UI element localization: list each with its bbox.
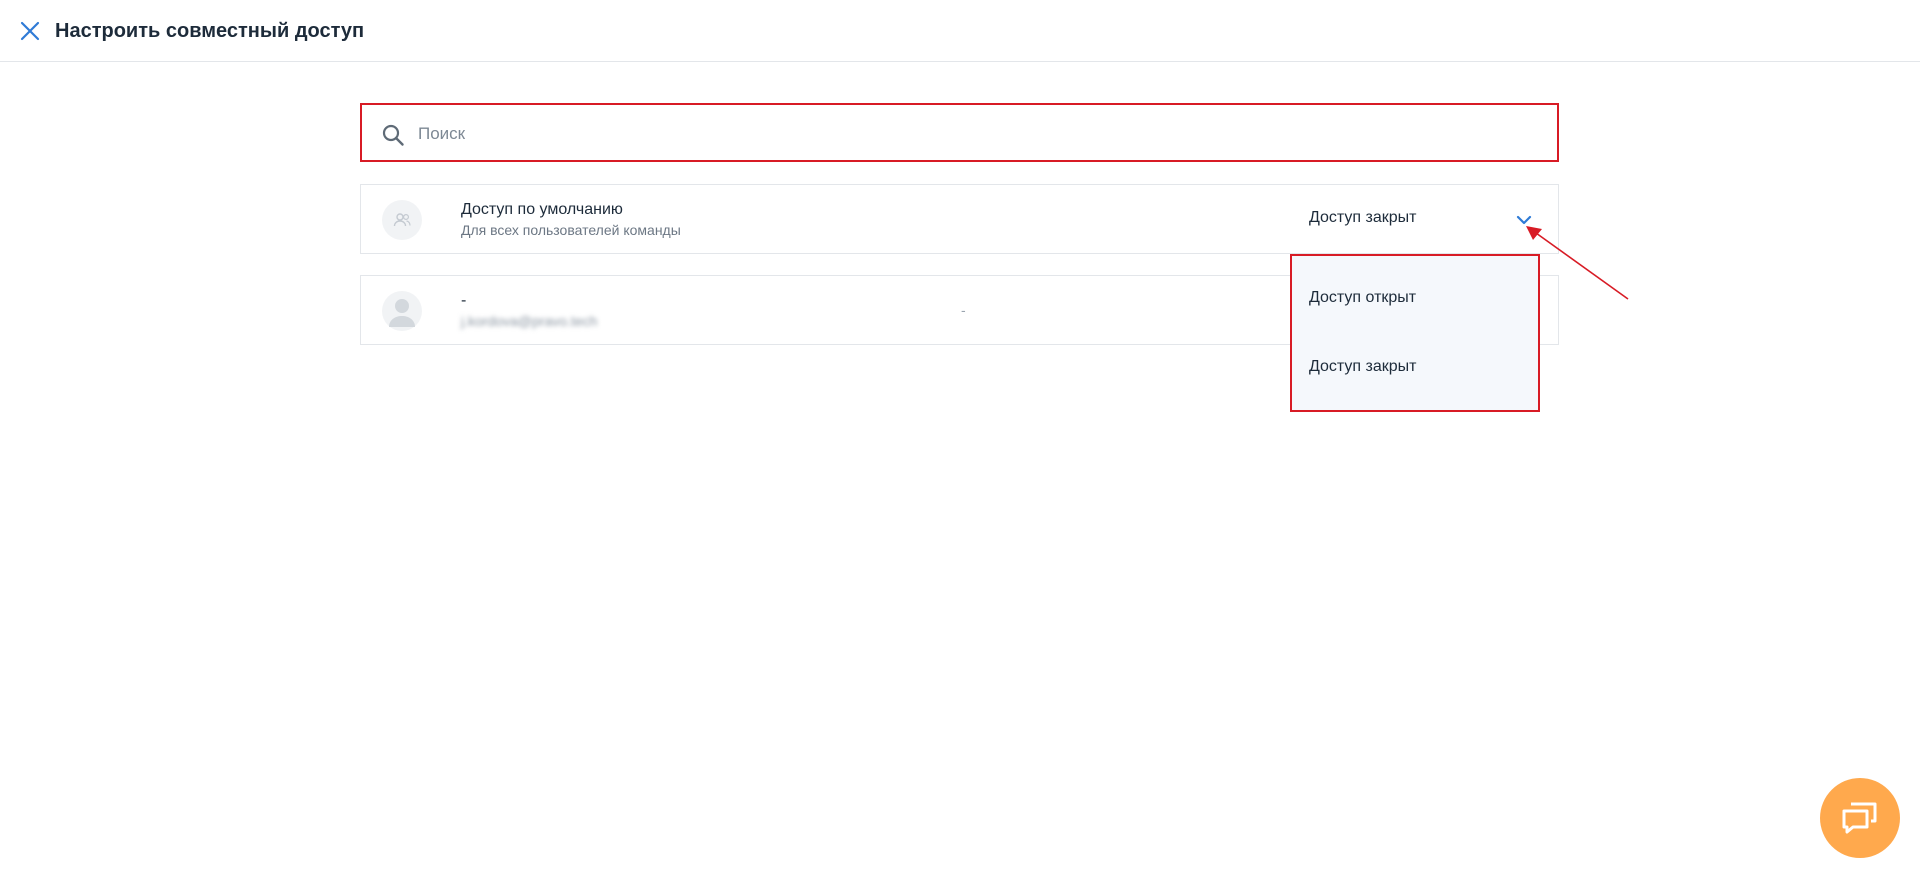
option-access-open[interactable]: Доступ открыт — [1309, 289, 1416, 307]
chat-button[interactable] — [1820, 778, 1900, 858]
default-access-subtitle: Для всех пользователей команды — [461, 222, 681, 238]
user-email: j.kordova@pravo.tech — [461, 313, 598, 329]
group-avatar — [382, 200, 422, 240]
annotation-arrow — [1526, 226, 1629, 300]
search-box[interactable] — [360, 103, 1559, 162]
search-input[interactable] — [416, 105, 1540, 162]
close-icon — [20, 21, 40, 41]
access-select-value[interactable]: Доступ закрыт — [1309, 209, 1417, 227]
group-icon — [393, 213, 411, 227]
user-name: - — [461, 292, 467, 309]
search-icon — [382, 124, 404, 146]
header: Настроить совместный доступ — [0, 0, 1920, 62]
default-access-title: Доступ по умолчанию — [461, 201, 623, 218]
default-access-row: Доступ по умолчанию Для всех пользовател… — [360, 184, 1559, 254]
share-settings-page: Настроить совместный доступ Доступ по ум… — [0, 0, 1920, 878]
chat-icon — [1842, 802, 1877, 834]
option-access-closed[interactable]: Доступ закрыт — [1309, 358, 1417, 376]
close-button[interactable] — [18, 19, 42, 43]
user-icon — [389, 299, 415, 327]
user-role: - — [961, 302, 966, 318]
user-avatar — [382, 291, 422, 331]
access-dropdown-menu: Доступ открыт Доступ закрыт — [1290, 254, 1540, 412]
page-title: Настроить совместный доступ — [55, 20, 365, 42]
